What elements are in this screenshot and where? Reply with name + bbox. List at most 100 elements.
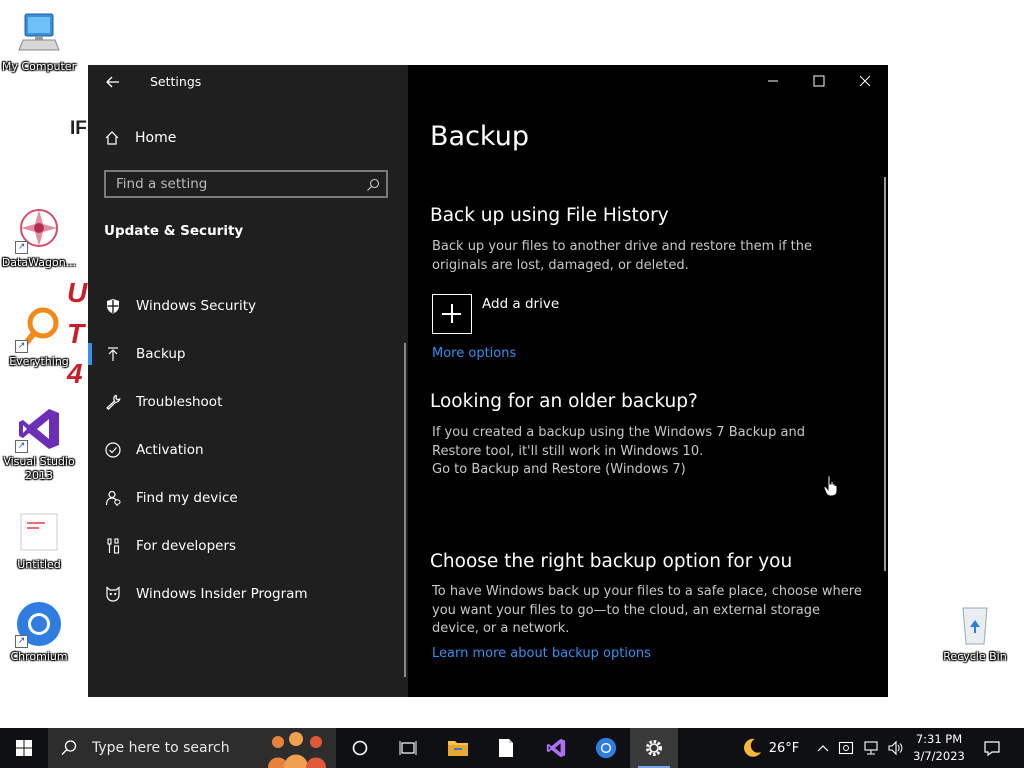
search-highlight-people-icon — [268, 732, 326, 768]
show-hidden-icons-button[interactable] — [814, 728, 832, 768]
gear-icon — [646, 740, 662, 756]
desktop-icon-visual-studio[interactable]: ↗ Visual Studio 2013 — [1, 405, 77, 483]
find-setting-input[interactable] — [106, 175, 368, 193]
taskbar-clock[interactable]: 7:31 PM 3/7/2023 — [908, 731, 970, 765]
action-center-button[interactable] — [976, 728, 1008, 768]
tray-app-icon[interactable] — [836, 728, 856, 768]
clock-time: 7:31 PM — [915, 732, 963, 746]
recycle-bin-icon — [951, 600, 999, 648]
settings-content-pane: Backup Back up using File History Back u… — [408, 65, 888, 697]
desktop-icon-label: Everything — [9, 355, 69, 368]
shortcut-arrow-icon: ↗ — [15, 440, 28, 453]
file-explorer-button[interactable] — [434, 728, 482, 768]
nav-item-for-developers[interactable]: For developers — [88, 526, 404, 566]
backup-restore-windows7-link[interactable]: Go to Backup and Restore (Windows 7) — [432, 461, 872, 480]
shield-icon — [104, 297, 122, 315]
nav-item-label: Windows Insider Program — [136, 586, 308, 602]
nav-item-troubleshoot[interactable]: Troubleshoot — [88, 382, 404, 422]
settings-taskbar-button[interactable] — [630, 728, 678, 768]
datawagon-icon: ↗ — [15, 206, 63, 254]
chevron-up-icon — [817, 745, 829, 752]
nav-home[interactable]: Home — [104, 127, 176, 149]
speaker-icon — [888, 740, 903, 756]
window-title: Settings — [150, 74, 202, 89]
find-setting-search[interactable] — [104, 170, 388, 198]
right-option-heading: Choose the right backup option for you — [430, 551, 793, 572]
desktop-icon-label: Recycle Bin — [943, 650, 1007, 663]
right-option-description: To have Windows back up your files to a … — [432, 584, 862, 636]
cortana-button[interactable] — [336, 728, 384, 768]
desktop-icon-label: Untitled — [17, 558, 61, 571]
network-icon — [864, 741, 878, 755]
nav-scrollbar[interactable] — [404, 343, 406, 677]
section-title: Update & Security — [104, 223, 244, 239]
older-backup-description: If you created a backup using the Window… — [432, 425, 805, 459]
add-drive-button[interactable] — [432, 294, 472, 334]
minimize-button[interactable] — [750, 65, 796, 97]
shortcut-arrow-icon: ↗ — [15, 241, 28, 254]
taskbar-search-box[interactable] — [48, 728, 336, 768]
back-button[interactable] — [102, 71, 124, 93]
tray-shield-icon — [838, 741, 854, 755]
more-options-link[interactable]: More options — [432, 346, 516, 361]
clipped-nav-item: · · — [178, 259, 218, 265]
nav-home-label: Home — [135, 130, 177, 146]
computer-icon — [15, 10, 63, 58]
cortana-circle-icon — [352, 740, 368, 756]
minimize-icon — [768, 80, 778, 82]
nav-item-find-my-device[interactable]: Find my device — [88, 478, 404, 518]
search-icon[interactable] — [366, 178, 380, 192]
task-view-icon — [399, 741, 417, 755]
volume-button[interactable] — [884, 728, 906, 768]
background-text: IF — [70, 118, 87, 139]
add-drive-label[interactable]: Add a drive — [482, 296, 559, 312]
close-button[interactable] — [842, 65, 888, 97]
backup-arrow-icon — [104, 345, 122, 363]
maximize-button[interactable] — [796, 65, 842, 97]
nav-item-windows-insider-program[interactable]: Windows Insider Program — [88, 574, 404, 614]
desktop-icon-label: Chromium — [10, 650, 68, 663]
shortcut-arrow-icon: ↗ — [15, 340, 28, 353]
moon-icon — [743, 738, 761, 757]
close-icon — [859, 75, 871, 87]
taskbar-search-input[interactable] — [90, 739, 284, 757]
chromium-taskbar-button[interactable] — [582, 728, 630, 768]
shortcut-arrow-icon: ↗ — [15, 635, 28, 648]
notepad-button[interactable] — [482, 728, 530, 768]
nav-item-label: For developers — [136, 538, 237, 554]
visual-studio-icon — [546, 738, 566, 758]
clock-date: 3/7/2023 — [913, 749, 965, 763]
file-history-description: Back up your files to another drive and … — [432, 239, 813, 273]
windows-logo-icon — [16, 740, 32, 756]
nav-item-activation[interactable]: Activation — [88, 430, 404, 470]
nav-item-windows-security[interactable]: Windows Security — [88, 286, 404, 326]
network-button[interactable] — [860, 728, 882, 768]
chromium-icon: ↗ — [15, 600, 63, 648]
weather-temperature: 26°F — [768, 740, 800, 756]
nav-item-backup[interactable]: Backup — [88, 334, 404, 374]
desktop-icon-untitled[interactable]: Untitled — [1, 508, 77, 572]
taskbar: 26°F 7:31 PM 3/7/2023 — [0, 728, 1024, 768]
notification-icon — [984, 741, 1000, 757]
start-button[interactable] — [0, 728, 48, 768]
wrench-icon — [104, 393, 122, 411]
desktop-icon-chromium[interactable]: ↗ Chromium — [1, 600, 77, 664]
learn-more-backup-link[interactable]: Learn more about backup options — [432, 646, 651, 661]
desktop-icon-recycle-bin[interactable]: Recycle Bin — [937, 600, 1013, 664]
folder-icon — [448, 741, 468, 756]
desktop-icon-datawagon[interactable]: ↗ DataWagon... — [1, 206, 77, 270]
desktop-icon-everything[interactable]: ↗ Everything — [1, 305, 77, 369]
visual-studio-taskbar-button[interactable] — [532, 728, 580, 768]
document-icon — [499, 739, 513, 757]
nav-item-label: Find my device — [136, 490, 238, 506]
content-scrollbar[interactable] — [884, 177, 886, 571]
magnifier-icon: ↗ — [15, 305, 63, 353]
check-circle-icon — [104, 441, 122, 459]
weather-widget[interactable]: 26°F — [736, 728, 804, 768]
desktop-icon-my-computer[interactable]: My Computer — [1, 10, 77, 74]
settings-nav-pane: Settings Home Update & Security · · Wind… — [88, 65, 408, 697]
back-arrow-icon — [106, 76, 119, 88]
file-history-heading: Back up using File History — [430, 205, 669, 226]
nav-item-label: Activation — [136, 442, 204, 458]
task-view-button[interactable] — [384, 728, 432, 768]
